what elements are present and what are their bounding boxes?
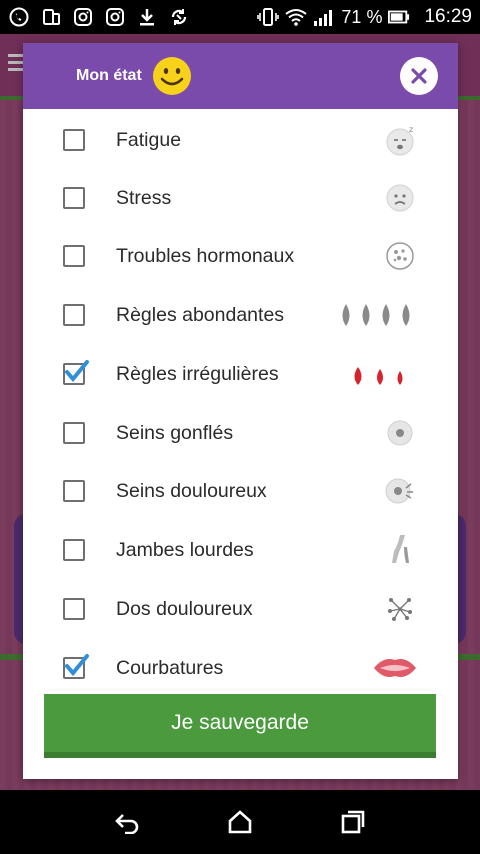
sync-icon [168,6,190,28]
close-icon [411,68,427,84]
list-item[interactable]: Troubles hormonaux [23,227,458,285]
checkbox[interactable] [63,129,85,151]
checkbox[interactable] [63,360,89,385]
item-label: Dos douloureux [116,597,253,620]
back-pain-icon [358,592,418,626]
legs-icon [358,533,418,567]
checkbox[interactable] [63,654,89,679]
hormone-cell-icon [358,239,418,273]
clock: 16:29 [424,6,472,27]
item-label: Jambes lourdes [116,538,254,561]
list-item[interactable]: Seins douloureux [23,462,458,520]
list-item[interactable]: Courbatures [23,639,458,693]
list-item[interactable]: Règles irrégulières [23,345,458,403]
navigation-bar [0,790,480,854]
recents-icon [342,810,365,834]
checkbox[interactable] [63,245,85,267]
wifi-icon [285,6,308,28]
list-item[interactable]: Jambes lourdes [23,521,458,579]
dialog-header: Mon état [23,43,458,109]
checkbox[interactable] [63,304,85,326]
sleepy-face-icon: z [358,123,418,157]
item-label: Stress [116,186,172,209]
item-label: Règles abondantes [116,303,285,326]
item-label: Courbatures [116,656,224,679]
instagram-icon [72,6,94,28]
battery-icon [388,6,410,28]
checkbox[interactable] [63,539,85,561]
checkbox[interactable] [63,598,85,620]
list-item[interactable]: Règles abondantes [23,286,458,344]
grey-drops-icon [338,298,418,332]
symptom-list[interactable]: Fatigue z Stress Troubles hormonaux Règl… [23,109,458,693]
muscle-icon [368,651,418,685]
mon-etat-dialog: Mon état Fatigue z Stress Troubles hormo… [23,43,458,779]
checkbox[interactable] [63,187,85,209]
item-label: Seins gonflés [116,421,234,444]
list-item[interactable]: Seins gonflés [23,404,458,462]
phone-icon [8,6,30,28]
svg-text:z: z [409,125,413,134]
instagram-icon [104,6,126,28]
back-icon [114,814,138,834]
checkmark-icon [65,360,89,383]
status-bar: 71 % 16:29 [0,0,480,34]
tablet-icon [40,6,62,28]
recents-button[interactable] [333,802,373,842]
dialog-title: Mon état [76,67,142,84]
list-item[interactable]: Dos douloureux [23,580,458,638]
breast-icon [358,416,418,450]
signal-icon [313,6,335,28]
close-button[interactable] [400,57,438,95]
item-label: Seins douloureux [116,479,267,502]
checkbox[interactable] [63,480,85,502]
worried-face-icon [358,181,418,215]
vibrate-icon [257,6,280,28]
battery-percentage: 71 % [341,6,383,27]
list-item[interactable]: Stress [23,169,458,227]
checkmark-icon [65,654,89,677]
save-button[interactable]: Je sauvegarde [44,694,436,758]
download-icon [136,6,158,28]
smiley-face-icon [152,57,191,95]
item-label: Règles irrégulières [116,362,279,385]
back-button[interactable] [107,802,147,842]
list-item[interactable]: Fatigue z [23,111,458,169]
home-icon [228,810,252,834]
home-button[interactable] [220,802,260,842]
red-drops-icon [348,357,418,391]
item-label: Fatigue [116,128,182,151]
breast-pain-icon [358,474,418,508]
item-label: Troubles hormonaux [116,244,295,267]
checkbox[interactable] [63,422,85,444]
